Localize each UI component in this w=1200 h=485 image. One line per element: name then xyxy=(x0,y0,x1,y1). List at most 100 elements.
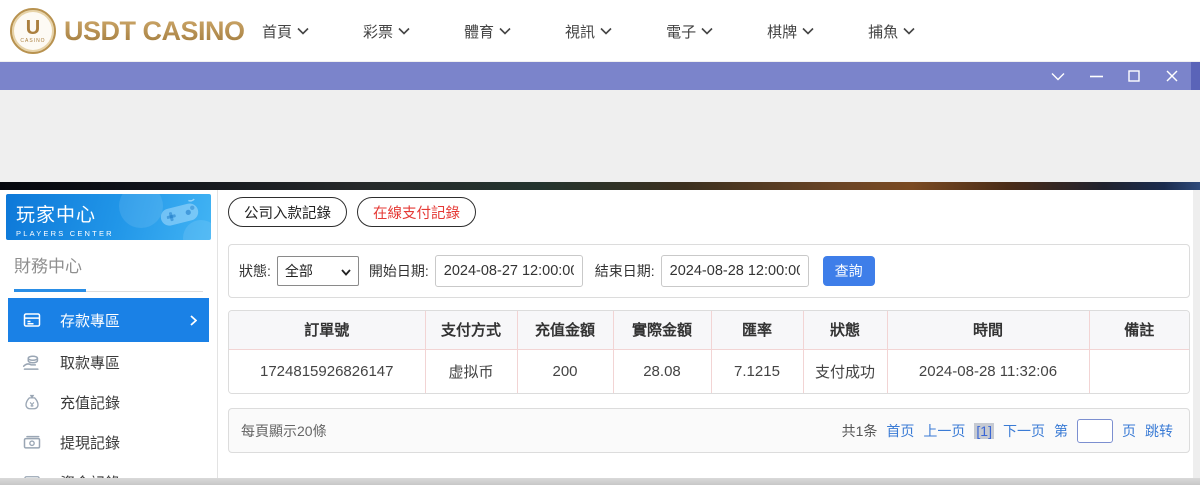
start-date-label: 開始日期: xyxy=(369,261,429,281)
current-page-indicator[interactable]: [1] xyxy=(974,423,994,439)
nav-label: 捕魚 xyxy=(868,21,898,42)
logo-letter: U xyxy=(26,18,40,38)
tab-company-deposit-records[interactable]: 公司入款記錄 xyxy=(228,197,347,227)
pager: 共1条 首页 上一页 [1] 下一页 第 页 跳转 xyxy=(842,419,1173,443)
col-actual-amount: 實際金額 xyxy=(613,311,711,349)
nav-item-fishing[interactable]: 捕魚 xyxy=(868,21,915,42)
nav-item-cards[interactable]: 棋牌 xyxy=(767,21,814,42)
maximize-icon[interactable] xyxy=(1126,68,1142,84)
nav-item-sports[interactable]: 體育 xyxy=(464,21,511,42)
close-icon[interactable] xyxy=(1164,68,1180,84)
sidebar-item-withdraw[interactable]: 取款專區 xyxy=(8,342,209,382)
chevron-down-icon xyxy=(297,27,309,35)
col-order-number: 訂單號 xyxy=(229,311,425,349)
section-divider xyxy=(14,289,203,292)
table-row: 1724815926826147 虚拟币 200 28.08 7.1215 支付… xyxy=(229,349,1189,393)
cell-time: 2024-08-28 11:32:06 xyxy=(887,349,1089,393)
status-select-value: 全部 xyxy=(285,261,313,281)
select-chevron-icon xyxy=(341,263,351,279)
minimize-icon[interactable] xyxy=(1088,68,1104,84)
col-recharge-amount: 充值金額 xyxy=(517,311,613,349)
page-size-text: 每頁顯示20條 xyxy=(241,421,327,441)
page-jump-input[interactable] xyxy=(1077,419,1113,443)
sidebar-item-deposit[interactable]: 存款專區 xyxy=(8,298,209,342)
nav-item-home[interactable]: 首頁 xyxy=(262,21,309,42)
chevron-down-icon xyxy=(903,27,915,35)
status-label: 狀態: xyxy=(239,261,271,281)
banknote-icon xyxy=(22,432,42,452)
nav-item-slots[interactable]: 電子 xyxy=(666,21,713,42)
nav-label: 體育 xyxy=(464,21,494,42)
nav-item-lottery[interactable]: 彩票 xyxy=(363,21,410,42)
moneybag-icon xyxy=(22,392,42,412)
chevron-down-icon xyxy=(701,27,713,35)
end-date-label: 結束日期: xyxy=(595,261,655,281)
divider-accent xyxy=(14,289,86,292)
nav-item-video[interactable]: 視訊 xyxy=(565,21,612,42)
sidebar-item-label: 提現記錄 xyxy=(60,432,120,453)
sidebar-item-label: 取款專區 xyxy=(60,352,120,373)
sidebar-menu: 存款專區 取款專區 充值記錄 xyxy=(0,298,217,485)
top-header: U CASINO USDT CASINO 首頁 彩票 體育 視訊 xyxy=(0,0,1200,62)
col-status: 狀態 xyxy=(803,311,887,349)
status-select[interactable]: 全部 xyxy=(277,256,359,286)
content-area: 玩家中心 PLAYERS CENTER 財務中心 xyxy=(0,190,1200,478)
record-tabs: 公司入款記錄 在線支付記錄 xyxy=(228,197,1196,227)
tab-label: 公司入款記錄 xyxy=(244,202,331,223)
sidebar-item-label: 充值記錄 xyxy=(60,392,120,413)
chevron-down-icon xyxy=(398,27,410,35)
search-button[interactable]: 查詢 xyxy=(823,256,875,286)
nav-label: 棋牌 xyxy=(767,21,797,42)
divider-line xyxy=(86,291,203,292)
window-titlebar xyxy=(0,62,1200,90)
withdraw-hand-icon xyxy=(22,352,42,372)
sidebar: 玩家中心 PLAYERS CENTER 財務中心 xyxy=(0,190,218,478)
right-gutter xyxy=(1193,190,1200,478)
start-date-input[interactable] xyxy=(435,255,583,287)
next-page-link[interactable]: 下一页 xyxy=(1003,421,1045,441)
prev-page-link[interactable]: 上一页 xyxy=(923,421,965,441)
nav-label: 彩票 xyxy=(363,21,393,42)
chevron-down-icon xyxy=(802,27,814,35)
banner-edge xyxy=(0,182,1200,190)
cell-order-number: 1724815926826147 xyxy=(229,349,425,393)
logo-text: USDT CASINO xyxy=(64,16,245,47)
jump-button[interactable]: 跳转 xyxy=(1145,421,1173,441)
dropdown-chevron-icon[interactable] xyxy=(1050,68,1066,84)
sidebar-item-recharge-history[interactable]: 充值記錄 xyxy=(8,382,209,422)
sidebar-item-withdraw-history[interactable]: 提現記錄 xyxy=(8,422,209,462)
nav-label: 首頁 xyxy=(262,21,292,42)
jump-suffix-label: 页 xyxy=(1122,421,1136,441)
chevron-down-icon xyxy=(499,27,511,35)
players-center-header: 玩家中心 PLAYERS CENTER xyxy=(6,194,211,240)
tab-label: 在線支付記錄 xyxy=(373,202,460,223)
chevron-down-icon xyxy=(600,27,612,35)
tab-online-payment-records[interactable]: 在線支付記錄 xyxy=(357,197,476,227)
deposit-card-icon xyxy=(22,310,42,330)
cell-payment-method: 虚拟币 xyxy=(425,349,517,393)
filter-bar: 狀態: 全部 開始日期: 結束日期: 查詢 xyxy=(228,244,1190,298)
col-payment-method: 支付方式 xyxy=(425,311,517,349)
cell-remark xyxy=(1089,349,1189,393)
casino-logo[interactable]: U CASINO USDT CASINO xyxy=(10,8,245,54)
col-time: 時間 xyxy=(887,311,1089,349)
col-exchange-rate: 匯率 xyxy=(711,311,803,349)
col-remark: 備註 xyxy=(1089,311,1189,349)
banner-area xyxy=(0,90,1200,182)
first-page-link[interactable]: 首页 xyxy=(886,421,914,441)
total-count: 共1条 xyxy=(842,421,878,441)
end-date-input[interactable] xyxy=(661,255,809,287)
cell-actual-amount: 28.08 xyxy=(613,349,711,393)
cell-recharge-amount: 200 xyxy=(517,349,613,393)
main-panel: 公司入款記錄 在線支付記錄 狀態: 全部 開始日期: 結束日期: 查詢 xyxy=(222,190,1196,478)
records-table: 訂單號 支付方式 充值金額 實際金額 匯率 狀態 時間 備註 172481592 xyxy=(228,310,1190,394)
cell-status: 支付成功 xyxy=(803,349,887,393)
app-window: U CASINO USDT CASINO 首頁 彩票 體育 視訊 xyxy=(0,0,1200,485)
nav-label: 電子 xyxy=(666,21,696,42)
cell-exchange-rate: 7.1215 xyxy=(711,349,803,393)
sidebar-item-label: 存款專區 xyxy=(60,310,120,331)
table-header-row: 訂單號 支付方式 充值金額 實際金額 匯率 狀態 時間 備註 xyxy=(229,311,1189,349)
window-controls xyxy=(1050,62,1180,90)
logo-badge-subtext: CASINO xyxy=(20,38,45,44)
bottom-edge xyxy=(0,478,1200,485)
